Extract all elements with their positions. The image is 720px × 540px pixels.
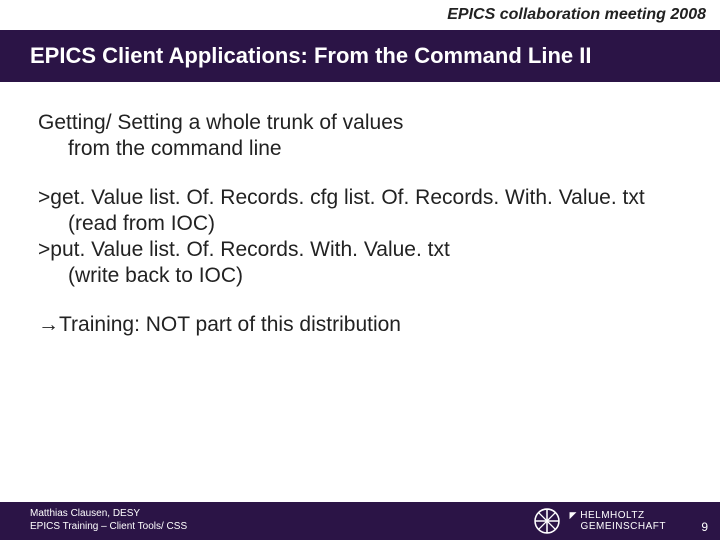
command-get: >get. Value list. Of. Records. cfg list.… xyxy=(38,185,678,211)
command-get-note: (read from IOC) xyxy=(68,211,678,237)
intro-line-2: from the command line xyxy=(68,136,678,162)
event-label: EPICS collaboration meeting 2008 xyxy=(447,6,706,24)
slide-title: EPICS Client Applications: From the Comm… xyxy=(30,43,591,69)
desy-logo-icon xyxy=(534,508,560,534)
helmholtz-triangle-icon: ◤ xyxy=(570,511,577,521)
intro-line-1: Getting/ Setting a whole trunk of values xyxy=(38,110,678,136)
footer-credits: Matthias Clausen, DESY EPICS Training – … xyxy=(30,507,187,533)
training-line: →Training: NOT part of this distribution xyxy=(38,312,678,338)
title-bar: EPICS Client Applications: From the Comm… xyxy=(0,30,720,82)
footer-course: EPICS Training – Client Tools/ CSS xyxy=(30,520,187,533)
commands-block: >get. Value list. Of. Records. cfg list.… xyxy=(38,185,678,290)
helmholtz-line-2: GEMEINSCHAFT xyxy=(570,521,666,532)
footer-logos: ◤ HELMHOLTZ GEMEINSCHAFT xyxy=(534,508,666,534)
page-number: 9 xyxy=(701,520,708,534)
slide: EPICS collaboration meeting 2008 EPICS C… xyxy=(0,0,720,540)
training-text: Training: NOT part of this distribution xyxy=(59,313,401,336)
command-put: >put. Value list. Of. Records. With. Val… xyxy=(38,237,678,263)
footer-author: Matthias Clausen, DESY xyxy=(30,507,187,520)
intro-paragraph: Getting/ Setting a whole trunk of values… xyxy=(38,110,678,163)
helmholtz-line-1: HELMHOLTZ xyxy=(580,510,644,521)
command-put-note: (write back to IOC) xyxy=(68,263,678,289)
slide-body: Getting/ Setting a whole trunk of values… xyxy=(38,110,678,360)
arrow-icon: → xyxy=(38,313,59,336)
helmholtz-logo-text: ◤ HELMHOLTZ GEMEINSCHAFT xyxy=(570,510,666,532)
footer-bar: Matthias Clausen, DESY EPICS Training – … xyxy=(0,502,720,540)
